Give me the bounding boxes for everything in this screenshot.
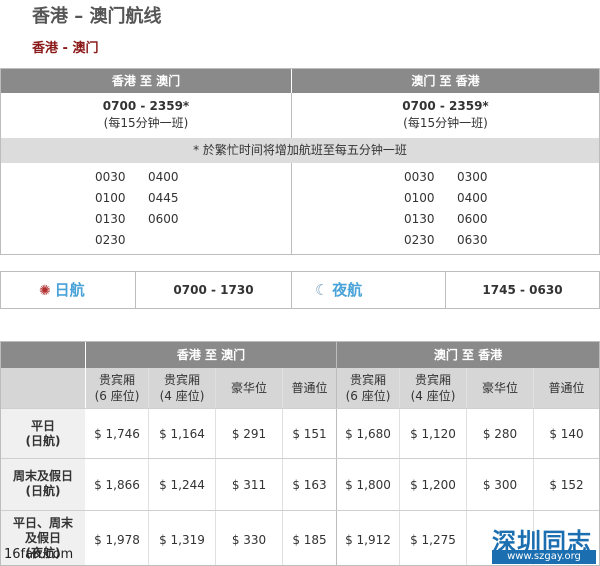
peak-note: * 於繁忙时间将增加航班至每五分钟一班 bbox=[1, 138, 599, 163]
price-cell: $ 140 bbox=[549, 427, 584, 441]
price-cell: $ 280 bbox=[482, 427, 518, 441]
time-cell: 0445 bbox=[148, 191, 179, 205]
day-hours: 0700 - 1730 bbox=[173, 283, 254, 297]
class-vip6-return: 贵宾厢 (6 座位) bbox=[337, 368, 399, 408]
fare-header-hk-macau: 香港 至 澳门 bbox=[86, 342, 336, 368]
price-cell: $ 1,978 bbox=[94, 533, 140, 547]
time-cell: 0130 bbox=[95, 212, 126, 226]
hours-text: 0700 - 2359* bbox=[402, 99, 489, 113]
times-hk-col-a: 0030 0100 0130 0230 bbox=[95, 167, 126, 251]
row-label: 周末及假日 (日航) bbox=[1, 459, 85, 511]
day-night-bar: ✺ 日航 0700 - 1730 ☾ 夜航 1745 - 0630 bbox=[0, 271, 600, 309]
watermark-left: 16fan.com bbox=[4, 547, 74, 562]
watermark-url: www.szgay.org bbox=[492, 550, 596, 564]
price-cell: $ 300 bbox=[482, 478, 518, 492]
day-label: 日航 bbox=[54, 281, 85, 299]
time-cell: 0400 bbox=[457, 191, 488, 205]
night-label: 夜航 bbox=[332, 281, 363, 299]
fare-header-macau-hk: 澳门 至 香港 bbox=[337, 342, 599, 368]
price-cell: $ 152 bbox=[549, 478, 584, 492]
price-cell: $ 1,275 bbox=[410, 533, 456, 547]
price-cell: $ 1,680 bbox=[345, 427, 391, 441]
schedule-header-macau-hk: 澳门 至 香港 bbox=[292, 69, 599, 93]
page-title: 香港 – 澳门航线 bbox=[32, 6, 162, 27]
time-cell: 0030 bbox=[95, 170, 126, 184]
price-cell: $ 163 bbox=[292, 478, 327, 492]
class-economy-return: 普通位 bbox=[534, 368, 599, 408]
frequency-text: (每15分钟一班) bbox=[103, 116, 189, 130]
fare-corner bbox=[1, 342, 85, 368]
price-cell: $ 1,800 bbox=[345, 478, 391, 492]
price-cell: $ 311 bbox=[231, 478, 267, 492]
class-vip4: 贵宾厢 (4 座位) bbox=[149, 368, 215, 408]
time-cell: 0600 bbox=[457, 212, 488, 226]
price-cell: $ 1,746 bbox=[94, 427, 140, 441]
schedule-hours-hk: 0700 - 2359* (每15分钟一班) bbox=[1, 93, 291, 138]
time-cell: 0230 bbox=[404, 233, 435, 247]
times-macau-col-a: 0030 0100 0130 0230 bbox=[404, 167, 435, 251]
schedule-hours-macau: 0700 - 2359* (每15分钟一班) bbox=[292, 93, 599, 138]
class-vip4-return: 贵宾厢 (4 座位) bbox=[400, 368, 466, 408]
frequency-text: (每15分钟一班) bbox=[403, 116, 488, 130]
price-cell: $ 1,200 bbox=[410, 478, 456, 492]
time-cell: 0100 bbox=[404, 191, 435, 205]
table-row: 平日 (日航) $ 1,746 $ 1,164 $ 291 $ 151 $ 1,6… bbox=[1, 408, 599, 459]
table-row: 周末及假日 (日航) $ 1,866 $ 1,244 $ 311 $ 163 $ … bbox=[1, 458, 599, 511]
day-label-cell: ✺ 日航 bbox=[39, 272, 135, 308]
class-deluxe: 豪华位 bbox=[216, 368, 282, 408]
fare-corner-sub bbox=[1, 368, 85, 408]
hours-text: 0700 - 2359* bbox=[102, 99, 190, 113]
price-cell: $ 1,319 bbox=[159, 533, 205, 547]
time-cell: 0600 bbox=[148, 212, 179, 226]
row-label: 平日 (日航) bbox=[1, 409, 85, 459]
time-cell: 0030 bbox=[404, 170, 435, 184]
time-cell: 0130 bbox=[404, 212, 435, 226]
night-label-cell: ☾ 夜航 bbox=[315, 272, 445, 308]
time-cell: 0100 bbox=[95, 191, 126, 205]
price-cell: $ 1,120 bbox=[410, 427, 456, 441]
price-cell: $ 185 bbox=[292, 533, 327, 547]
price-cell: $ 1,866 bbox=[94, 478, 140, 492]
price-cell: $ 1,164 bbox=[159, 427, 205, 441]
class-vip6: 贵宾厢 (6 座位) bbox=[86, 368, 148, 408]
sun-icon: ✺ bbox=[39, 283, 51, 299]
schedule-header-hk-macau: 香港 至 澳门 bbox=[1, 69, 291, 93]
route-subtitle: 香港 - 澳门 bbox=[32, 41, 99, 56]
night-hours: 1745 - 0630 bbox=[482, 283, 563, 297]
price-cell: $ 151 bbox=[292, 427, 327, 441]
price-cell: $ 1,912 bbox=[345, 533, 391, 547]
time-cell: 0400 bbox=[148, 170, 179, 184]
times-hk-col-b: 0400 0445 0600 bbox=[148, 167, 179, 230]
class-economy: 普通位 bbox=[283, 368, 336, 408]
moon-icon: ☾ bbox=[315, 281, 329, 299]
time-cell: 0300 bbox=[457, 170, 488, 184]
time-cell: 0630 bbox=[457, 233, 488, 247]
schedule-table: 香港 至 澳门 澳门 至 香港 0700 - 2359* (每15分钟一班) 0… bbox=[0, 68, 600, 255]
times-macau-col-b: 0300 0400 0600 0630 bbox=[457, 167, 488, 251]
price-cell: $ 291 bbox=[231, 427, 267, 441]
price-cell: $ 330 bbox=[231, 533, 267, 547]
class-deluxe-return: 豪华位 bbox=[467, 368, 533, 408]
price-cell: $ 1,244 bbox=[159, 478, 205, 492]
time-cell: 0230 bbox=[95, 233, 126, 247]
